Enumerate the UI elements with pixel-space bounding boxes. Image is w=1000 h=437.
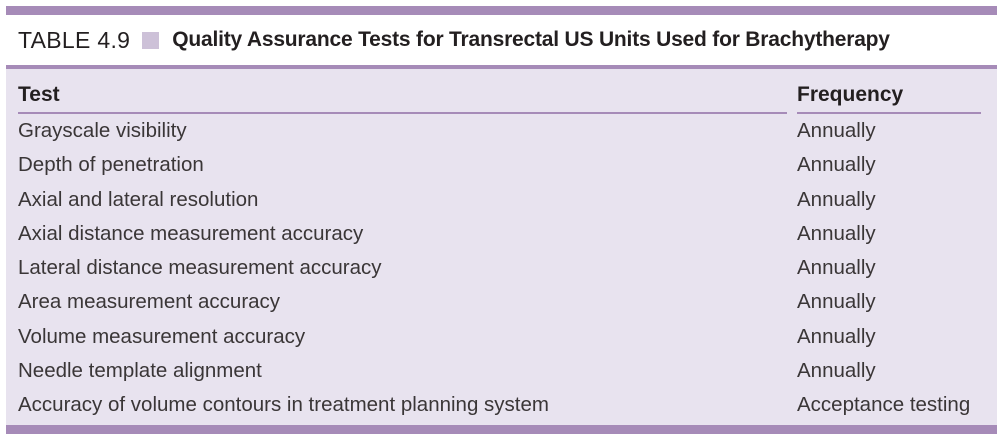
table-title: Quality Assurance Tests for Transrectal … <box>172 28 890 51</box>
cell-test: Area measurement accuracy <box>18 290 281 314</box>
cell-test: Volume measurement accuracy <box>18 324 306 348</box>
column-header-test: Test <box>18 83 60 106</box>
table-row: Area measurement accuracy Annually <box>6 285 997 319</box>
cell-test: Accuracy of volume contours in treatment… <box>18 393 549 417</box>
table-row: Volume measurement accuracy Annually <box>6 320 997 354</box>
qa-table: TABLE 4.9 Quality Assurance Tests for Tr… <box>6 6 997 434</box>
cell-frequency: Annually <box>797 221 876 245</box>
table-row: Needle template alignment Annually <box>6 354 997 388</box>
cell-frequency: Annually <box>797 290 876 314</box>
cell-test: Lateral distance measurement accuracy <box>18 256 382 280</box>
cell-test: Axial distance measurement accuracy <box>18 221 364 245</box>
cell-frequency: Annually <box>797 324 876 348</box>
cell-test: Grayscale visibility <box>18 119 187 142</box>
table-caption: TABLE 4.9 Quality Assurance Tests for Tr… <box>6 15 997 65</box>
bottom-rule <box>6 425 997 434</box>
cell-test: Axial and lateral resolution <box>18 187 259 211</box>
table-body: Grayscale visibility Annually Depth of p… <box>6 114 997 423</box>
table-row: Axial and lateral resolution Annually <box>6 183 997 217</box>
table-number: TABLE 4.9 <box>18 26 131 53</box>
caption-square-icon <box>142 31 160 49</box>
column-header-frequency: Frequency <box>797 83 904 106</box>
cell-frequency: Annually <box>797 119 876 142</box>
cell-frequency: Annually <box>797 256 876 280</box>
cell-test: Depth of penetration <box>18 153 204 177</box>
table-header-row: Test Frequency <box>6 69 997 114</box>
cell-test: Needle template alignment <box>18 359 262 383</box>
top-rule <box>6 6 997 15</box>
table-row: Lateral distance measurement accuracy An… <box>6 251 997 285</box>
cell-frequency: Annually <box>797 359 876 383</box>
table-row: Grayscale visibility Annually <box>6 114 997 148</box>
cell-frequency: Annually <box>797 187 876 211</box>
table-row: Accuracy of volume contours in treatment… <box>6 388 997 422</box>
table-row: Axial distance measurement accuracy Annu… <box>6 217 997 251</box>
cell-frequency: Annually <box>797 153 876 177</box>
table-row: Depth of penetration Annually <box>6 148 997 182</box>
cell-frequency: Acceptance testing <box>797 393 971 417</box>
